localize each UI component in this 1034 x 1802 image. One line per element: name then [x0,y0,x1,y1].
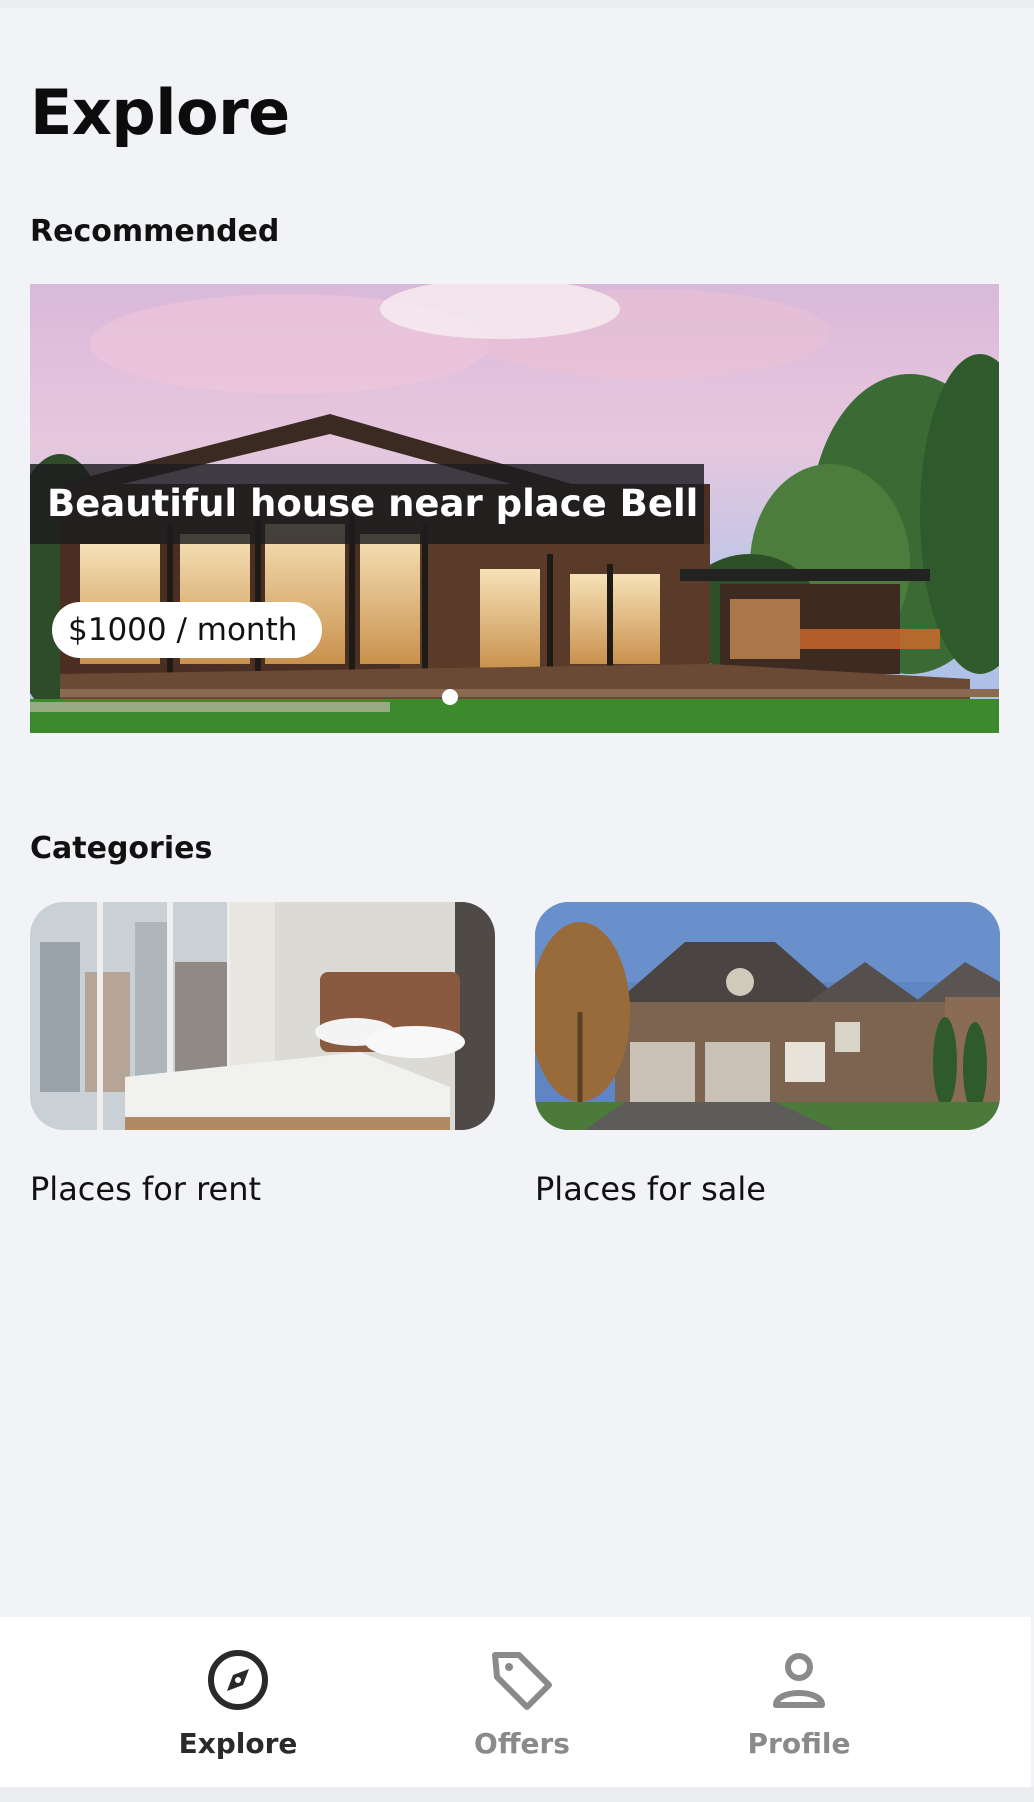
brick-house-photo [535,902,1000,1130]
category-card-rent[interactable] [30,902,495,1130]
nav-profile[interactable]: Profile [699,1647,899,1760]
bottom-safe-area [0,1787,1034,1802]
category-card-sale[interactable] [535,902,1000,1130]
person-icon [773,1653,825,1708]
page-title: Explore [30,76,290,149]
status-bar-strip [0,0,1034,8]
categories-heading: Categories [30,831,213,866]
nav-offers[interactable]: Offers [422,1647,622,1760]
carousel-dot-active[interactable] [442,689,458,705]
featured-caption: Beautiful house near place Bell [30,464,704,544]
nav-profile-label: Profile [747,1727,851,1760]
nav-explore-label: Explore [178,1727,298,1760]
category-label-rent[interactable]: Places for rent [30,1170,261,1208]
recommended-carousel[interactable]: Beautiful house near place Bell $1000 / … [30,284,999,733]
compass-icon [208,1650,268,1710]
nav-explore[interactable]: Explore [138,1647,338,1760]
category-label-sale[interactable]: Places for sale [535,1170,766,1208]
recommended-heading: Recommended [30,214,280,249]
price-badge: $1000 / month [52,602,322,658]
tag-icon [492,1652,552,1710]
bedroom-photo [30,902,495,1130]
nav-offers-label: Offers [474,1727,570,1760]
bottom-nav: Explore Offers Profile [0,1617,1031,1787]
